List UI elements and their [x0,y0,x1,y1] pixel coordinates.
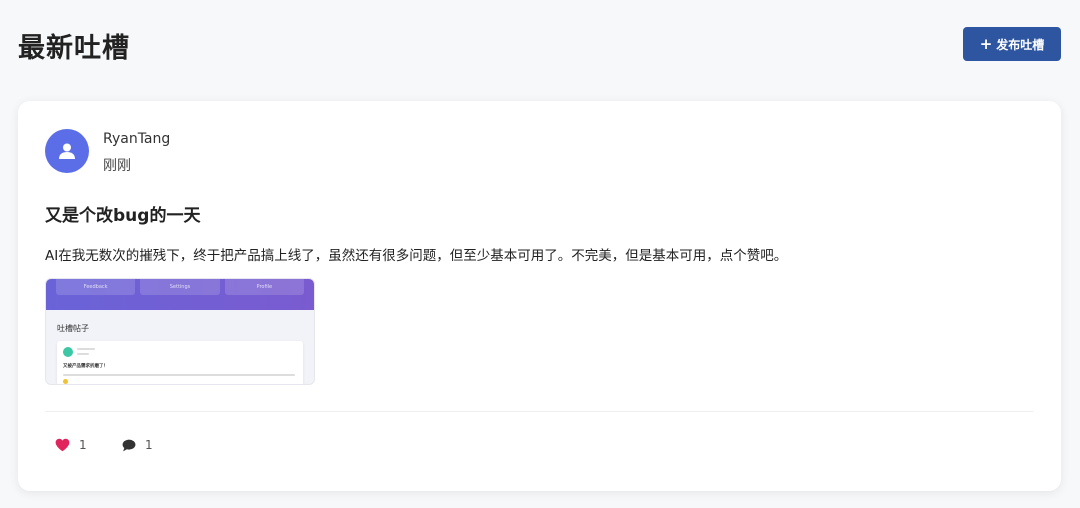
comment-icon [122,439,136,451]
image-nav-bar: Feedback Settings Profile [46,279,314,310]
post-body: AI在我无数次的摧残下，终于把产品搞上线了，虽然还有很多问题，但至少基本可用了。… [45,248,788,264]
post-image[interactable]: Feedback Settings Profile 吐槽帖子 又被产品需求折磨了… [45,278,315,385]
author-name[interactable]: RyanTang [103,131,170,147]
heart-icon [55,438,70,452]
image-card: 又被产品需求折磨了！ [57,341,303,384]
image-subtitle: 又被产品需求折磨了！ [63,364,108,369]
post-time: 刚刚 [103,158,131,174]
like-button[interactable]: 1 [55,438,87,452]
publish-post-label: 发布吐槽 [996,37,1045,52]
image-emoji [63,379,68,384]
avatar[interactable] [45,129,89,173]
publish-post-button[interactable]: + 发布吐槽 [963,27,1061,61]
image-nav-tab: Feedback [56,279,136,295]
like-count: 1 [79,438,87,452]
user-icon [59,143,75,159]
image-avatar [63,347,73,357]
image-text-line [77,353,89,355]
post-title: 又是个改bug的一天 [45,206,201,226]
comment-button[interactable]: 1 [122,438,153,452]
image-nav-tab: Profile [224,279,304,295]
plus-icon: + [979,34,993,53]
image-text-line [63,374,295,376]
image-text-line [77,348,95,350]
divider [45,411,1033,412]
comment-count: 1 [145,438,153,452]
page-title: 最新吐槽 [18,33,130,64]
post-card: RyanTang 刚刚 又是个改bug的一天 AI在我无数次的摧残下，终于把产品… [18,101,1061,491]
image-heading: 吐槽帖子 [57,324,89,333]
image-nav-tab: Settings [140,279,220,295]
page: 最新吐槽 + 发布吐槽 RyanTang 刚刚 又是个改bug的一天 AI在我无… [0,0,1080,508]
